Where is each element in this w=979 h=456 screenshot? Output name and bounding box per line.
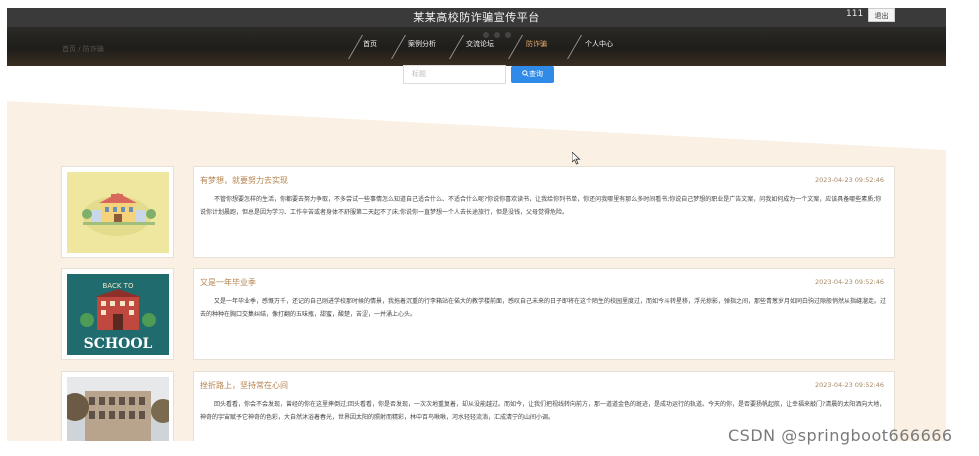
- nav-item-profile[interactable]: 个人中心: [585, 39, 613, 49]
- nav-item-forum[interactable]: 交流论坛: [466, 39, 494, 49]
- nav-item-anti-fraud[interactable]: 防诈骗: [526, 39, 547, 49]
- main-nav: 首页 案例分析 交流论坛 防诈骗 个人中心: [7, 27, 946, 66]
- article-thumbnail[interactable]: [61, 166, 174, 258]
- nav-separator: [449, 35, 464, 59]
- site-header: 首页 / 防诈骗 某某高校防诈骗宣传平台 111 退出 首页 案例分析 交流论坛…: [7, 8, 946, 66]
- article-title[interactable]: 挫折路上，坚持常在心间: [200, 380, 288, 391]
- nav-separator: [348, 35, 363, 59]
- article-date: 2023-04-23 09:52:46: [814, 381, 884, 389]
- article-date: 2023-04-23 09:52:46: [814, 278, 884, 286]
- back-to-school-poster-icon: BACK TO SCHOOL: [67, 274, 169, 355]
- nav-item-case-analysis[interactable]: 案例分析: [408, 39, 436, 49]
- article-title[interactable]: 又是一年毕业季: [200, 277, 256, 288]
- article-card[interactable]: 又是一年毕业季 2023-04-23 09:52:46 又是一年毕业季，感慨万千…: [193, 268, 895, 360]
- search-button[interactable]: 查询: [511, 66, 554, 83]
- nav-separator: [567, 35, 582, 59]
- article-title[interactable]: 有梦想，就要努力去实现: [200, 175, 288, 186]
- poster-text-school: SCHOOL: [84, 336, 153, 352]
- search-button-label: 查询: [529, 70, 543, 78]
- search-input[interactable]: [403, 65, 506, 84]
- nav-separator: [508, 35, 523, 59]
- nav-separator: [391, 35, 406, 59]
- site-title: 某某高校防诈骗宣传平台: [413, 11, 540, 24]
- logout-button[interactable]: 退出: [868, 8, 895, 22]
- article-body: 又是一年毕业季，感慨万千，还记的自己刚进学校那时候的情景，我拖着沉重的行李箱站在…: [200, 298, 887, 318]
- article-thumbnail[interactable]: BACK TO SCHOOL: [61, 268, 174, 360]
- article-card[interactable]: 有梦想，就要努力去实现 2023-04-23 09:52:46 不管你想要怎样的…: [193, 166, 895, 258]
- page-root: 首页 / 防诈骗 某某高校防诈骗宣传平台 111 退出 首页 案例分析 交流论坛…: [0, 0, 979, 456]
- article-date: 2023-04-23 09:52:46: [814, 176, 884, 184]
- mouse-cursor-icon: [572, 152, 581, 165]
- search-icon: [522, 70, 529, 77]
- user-name[interactable]: 111: [846, 9, 863, 19]
- school-building-illustration-icon: [67, 172, 169, 253]
- watermark-text: CSDN @springboot666666: [728, 426, 953, 445]
- poster-text-top: BACK TO: [103, 282, 134, 290]
- article-body: 不管你想要怎样的生活，你都要去努力争取，不多尝试一些事情怎么知道自己适合什么、不…: [200, 196, 882, 216]
- nav-item-home[interactable]: 首页: [363, 39, 377, 49]
- article-body: 回头看看，你会不会发现，曾经的你在这里摔倒过;回头看看，你是否发现，一次次地重复…: [200, 401, 886, 421]
